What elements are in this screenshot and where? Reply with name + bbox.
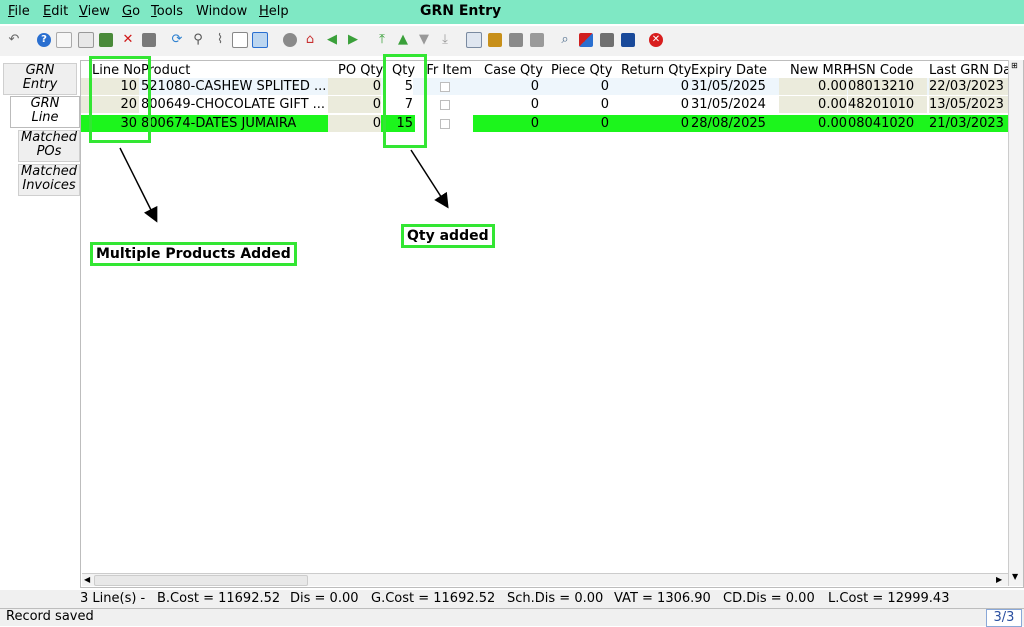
arrow-qty bbox=[410, 149, 449, 209]
vertical-scrollbar[interactable]: ⊞ ▼ bbox=[1008, 60, 1023, 586]
scroll-right-icon[interactable]: ▶ bbox=[996, 575, 1002, 585]
callout-multiple-products: Multiple Products Added bbox=[90, 242, 297, 266]
summary-lines: 3 Line(s) - bbox=[80, 591, 146, 606]
summary-vat: VAT = 1306.90 bbox=[614, 591, 711, 606]
summary-cddis: CD.Dis = 0.00 bbox=[723, 591, 815, 606]
summary-lcost: L.Cost = 12999.43 bbox=[828, 591, 950, 606]
summary-bcost: B.Cost = 11692.52 bbox=[157, 591, 281, 606]
summary-bar: 3 Line(s) - B.Cost = 11692.52 Dis = 0.00… bbox=[0, 590, 1024, 608]
callout-qty-added: Qty added bbox=[401, 224, 495, 248]
summary-dis: Dis = 0.00 bbox=[290, 591, 359, 606]
scroll-down-icon[interactable]: ▼ bbox=[1012, 572, 1018, 582]
arrow-products bbox=[119, 147, 158, 223]
scroll-left-icon[interactable]: ◀ bbox=[84, 575, 90, 585]
record-count[interactable]: 3/3 bbox=[986, 609, 1022, 627]
annotation-arrows bbox=[119, 147, 449, 223]
grid-settings-icon[interactable]: ⊞ bbox=[1011, 61, 1018, 71]
status-bar: Record saved 3/3 bbox=[0, 608, 1024, 627]
horizontal-scrollbar[interactable]: ◀ ▶ bbox=[82, 573, 1008, 586]
horizontal-scroll-thumb[interactable] bbox=[94, 575, 308, 586]
summary-gcost: G.Cost = 11692.52 bbox=[371, 591, 496, 606]
summary-schdis: Sch.Dis = 0.00 bbox=[507, 591, 604, 606]
status-message: Record saved bbox=[6, 609, 94, 624]
